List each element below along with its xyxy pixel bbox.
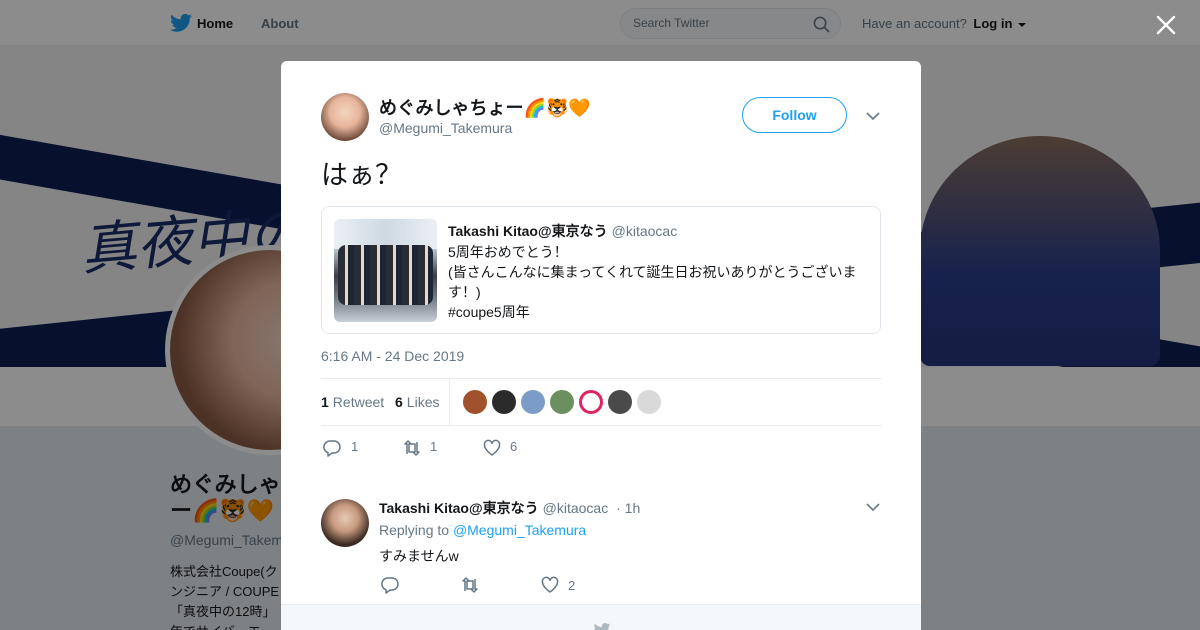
liker-avatar[interactable]	[521, 390, 545, 414]
quoted-author-name: Takashi Kitao@東京なう	[448, 223, 608, 239]
replying-prefix: Replying to	[379, 522, 450, 538]
reply-icon[interactable]	[381, 576, 399, 594]
close-icon[interactable]	[1155, 14, 1177, 36]
liker-avatar[interactable]	[637, 390, 661, 414]
tweet-modal: めぐみしゃちょー🌈🐯🧡 @Megumi_Takemura Follow はぁ？ …	[281, 61, 921, 630]
reply-header: Takashi Kitao@東京なう @kitaocac · 1h	[379, 498, 640, 518]
reply-like-count: 2	[568, 578, 576, 593]
reply-time[interactable]: · 1h	[616, 500, 640, 516]
author-avatar[interactable]	[321, 93, 369, 141]
liker-avatar[interactable]	[608, 390, 632, 414]
quoted-author-handle: @kitaocac	[611, 223, 678, 239]
chevron-down-icon[interactable]	[866, 503, 880, 512]
quoted-line: 5周年おめでとう！	[448, 244, 568, 260]
like-count: 6	[510, 439, 518, 454]
replying-to-link[interactable]: @Megumi_Takemura	[453, 522, 586, 538]
stat-divider	[449, 379, 450, 425]
likes-stat-label: Likes	[406, 394, 440, 410]
reply-author-name[interactable]: Takashi Kitao@東京なう	[379, 500, 539, 516]
quoted-author: Takashi Kitao@東京なう @kitaocac	[448, 221, 677, 241]
author-handle[interactable]: @Megumi_Takemura	[379, 120, 512, 136]
retweet-stat-count: 1	[321, 394, 329, 410]
retweet-stat[interactable]: 1 Retweet	[321, 394, 384, 410]
liker-avatar[interactable]	[550, 390, 574, 414]
likes-stat-count: 6	[395, 394, 403, 410]
liker-avatar[interactable]	[492, 390, 516, 414]
twitter-bird-icon	[594, 623, 611, 630]
tweet-stats: 1 Retweet 6 Likes	[321, 378, 881, 426]
likes-stat[interactable]: 6 Likes	[395, 394, 439, 410]
retweet-icon[interactable]	[403, 439, 421, 457]
author-name[interactable]: めぐみしゃちょー🌈🐯🧡	[379, 94, 591, 120]
quoted-tweet[interactable]: Takashi Kitao@東京なう @kitaocac 5周年おめでとう！ (皆…	[321, 206, 881, 334]
reply-icon[interactable]	[323, 439, 341, 457]
quoted-tweet-text: 5周年おめでとう！ (皆さんこんなに集まってくれて誕生日お祝いありがとうございま…	[448, 242, 868, 322]
replying-to: Replying to @Megumi_Takemura	[379, 522, 586, 538]
chevron-down-icon[interactable]	[866, 112, 880, 121]
retweet-stat-label: Retweet	[332, 394, 385, 410]
tweet-timestamp[interactable]: 6:16 AM - 24 Dec 2019	[321, 348, 464, 364]
quoted-line: (皆さんこんなに集まってくれて誕生日お祝いありがとうございます！)	[448, 264, 857, 300]
reply-author-avatar[interactable]	[321, 499, 369, 547]
reply-author-handle[interactable]: @kitaocac	[543, 500, 609, 516]
reply-count: 1	[351, 439, 359, 454]
retweet-icon[interactable]	[461, 576, 479, 594]
tweet-text: はぁ？	[321, 160, 402, 190]
follow-button[interactable]: Follow	[742, 97, 847, 133]
heart-icon[interactable]	[541, 576, 559, 594]
retweet-count: 1	[430, 439, 438, 454]
modal-footer	[281, 604, 921, 630]
tweet-actions: 1 1 6	[321, 437, 621, 459]
heart-icon[interactable]	[483, 439, 501, 457]
quoted-hashtag[interactable]: #coupe5周年	[448, 302, 868, 322]
liker-avatar[interactable]	[463, 390, 487, 414]
reply-text: すみませんw	[379, 548, 459, 564]
liker-avatar[interactable]	[579, 390, 603, 414]
quoted-tweet-photo[interactable]	[334, 219, 437, 322]
